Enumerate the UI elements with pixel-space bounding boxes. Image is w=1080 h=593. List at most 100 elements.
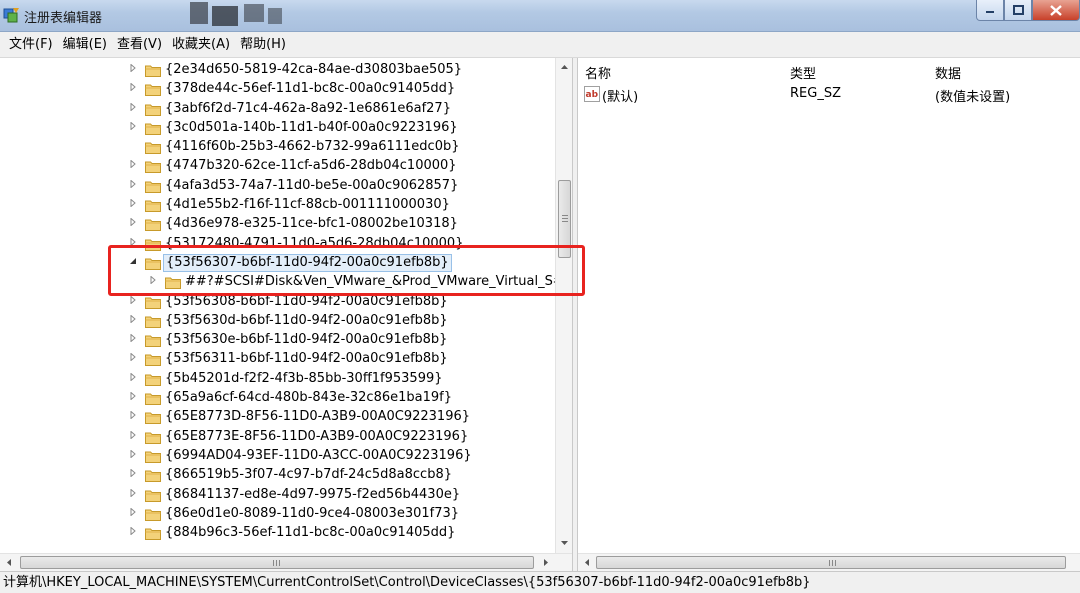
tree-horizontal-scrollbar[interactable] <box>0 553 572 571</box>
collapsed-arrow-icon[interactable] <box>128 159 138 172</box>
tree-node[interactable]: {53172480-4791-11d0-a5d6-28db04c10000} <box>0 235 555 254</box>
menu-favorites[interactable]: 收藏夹(A) <box>167 35 235 55</box>
collapsed-arrow-icon[interactable] <box>128 391 138 404</box>
tree-node[interactable]: {884b96c3-56ef-11d1-bc8c-00a0c91405dd} <box>0 524 555 543</box>
scroll-left-button[interactable] <box>0 554 17 571</box>
tree-node[interactable]: {53f56308-b6bf-11d0-94f2-00a0c91efb8b} <box>0 293 555 312</box>
tree-node[interactable]: {53f56307-b6bf-11d0-94f2-00a0c91efb8b} <box>0 253 555 273</box>
tree-node-label[interactable]: {4d36e978-e325-11ce-bfc1-08002be10318} <box>163 216 460 232</box>
tree-node-label[interactable]: {4747b320-62ce-11cf-a5d6-28db04c10000} <box>163 158 459 174</box>
tree-node-label[interactable]: {53f5630d-b6bf-11d0-94f2-00a0c91efb8b} <box>163 313 450 329</box>
tree-node-label[interactable]: {4afa3d53-74a7-11d0-be5e-00a0c9062857} <box>163 178 460 194</box>
minimize-button[interactable] <box>976 0 1004 21</box>
tree-node[interactable]: {53f5630d-b6bf-11d0-94f2-00a0c91efb8b} <box>0 312 555 331</box>
tree-node[interactable]: {866519b5-3f07-4c97-b7df-24c5d8a8ccb8} <box>0 466 555 485</box>
close-button[interactable] <box>1032 0 1080 21</box>
grip-line <box>562 215 568 216</box>
tree-node-label[interactable]: {378de44c-56ef-11d1-bc8c-00a0c91405dd} <box>163 81 457 97</box>
tree-node[interactable]: {6994AD04-93EF-11D0-A3CC-00A0C9223196} <box>0 447 555 466</box>
collapsed-arrow-icon[interactable] <box>128 372 138 385</box>
collapsed-arrow-icon[interactable] <box>128 468 138 481</box>
scroll-left-button[interactable] <box>578 554 595 571</box>
tree-vertical-scroll-thumb[interactable] <box>558 180 571 258</box>
scroll-right-button[interactable] <box>537 554 554 571</box>
collapsed-arrow-icon[interactable] <box>128 333 138 346</box>
tree-node-label[interactable]: {65a9a6cf-64cd-480b-843e-32c86e1ba19f} <box>163 390 454 406</box>
values-horizontal-scroll-thumb[interactable] <box>596 556 1066 569</box>
collapsed-arrow-icon[interactable] <box>128 82 138 95</box>
tree-node[interactable]: {53f5630e-b6bf-11d0-94f2-00a0c91efb8b} <box>0 331 555 350</box>
column-header-type[interactable]: 类型 <box>790 63 816 82</box>
tree-node[interactable]: {3abf6f2d-71c4-462a-8a92-1e6861e6af27} <box>0 100 555 119</box>
collapsed-arrow-icon[interactable] <box>128 410 138 423</box>
tree-node-label[interactable]: {3abf6f2d-71c4-462a-8a92-1e6861e6af27} <box>163 101 453 117</box>
tree-node-label[interactable]: {866519b5-3f07-4c97-b7df-24c5d8a8ccb8} <box>163 467 454 483</box>
tree-node-label[interactable]: ##?#SCSI#Disk&Ven_VMware_&Prod_VMware_Vi… <box>183 274 566 290</box>
tree-node-label[interactable]: {53172480-4791-11d0-a5d6-28db04c10000} <box>163 236 465 252</box>
collapsed-arrow-icon[interactable] <box>128 314 138 327</box>
tree-node[interactable]: {378de44c-56ef-11d1-bc8c-00a0c91405dd} <box>0 80 555 99</box>
values-horizontal-scrollbar[interactable] <box>578 553 1080 571</box>
status-bar-path: 计算机\HKEY_LOCAL_MACHINE\SYSTEM\CurrentCon… <box>0 571 1080 593</box>
tree-node-label[interactable]: {884b96c3-56ef-11d1-bc8c-00a0c91405dd} <box>163 525 457 541</box>
tree-node[interactable]: {65E8773D-8F56-11D0-A3B9-00A0C9223196} <box>0 408 555 427</box>
collapsed-arrow-icon[interactable] <box>128 487 138 501</box>
tree-node-label[interactable]: {53f56311-b6bf-11d0-94f2-00a0c91efb8b} <box>163 351 450 367</box>
tree-node[interactable]: {4747b320-62ce-11cf-a5d6-28db04c10000} <box>0 157 555 176</box>
collapsed-arrow-icon[interactable] <box>148 275 158 288</box>
tree-node[interactable]: {5b45201d-f2f2-4f3b-85bb-30ff1f953599} <box>0 370 555 389</box>
menu-help[interactable]: 帮助(H) <box>235 35 291 55</box>
tree-node[interactable]: {2e34d650-5819-42ca-84ae-d30803bae505} <box>0 61 555 80</box>
collapsed-arrow-icon[interactable] <box>128 63 138 76</box>
tree-node[interactable]: ##?#SCSI#Disk&Ven_VMware_&Prod_VMware_Vi… <box>0 273 564 292</box>
tree-node[interactable]: {4d36e978-e325-11ce-bfc1-08002be10318} <box>0 215 555 234</box>
collapsed-arrow-icon[interactable] <box>128 217 138 230</box>
tree-node[interactable]: {65a9a6cf-64cd-480b-843e-32c86e1ba19f} <box>0 389 555 408</box>
collapsed-arrow-icon[interactable] <box>128 449 138 462</box>
collapsed-arrow-icon[interactable] <box>128 507 138 520</box>
tree-node[interactable]: {86e0d1e0-8089-11d0-9ce4-08003e301f73} <box>0 505 555 524</box>
menu-edit[interactable]: 编辑(E) <box>58 35 112 55</box>
tree-vertical-scrollbar[interactable] <box>555 58 572 553</box>
collapsed-arrow-icon[interactable] <box>128 352 138 365</box>
collapsed-arrow-icon[interactable] <box>128 101 138 115</box>
folder-icon <box>145 83 161 97</box>
minimize-icon <box>986 11 994 13</box>
tree-node-label[interactable]: {65E8773D-8F56-11D0-A3B9-00A0C9223196} <box>163 409 472 425</box>
tree-node-label[interactable]: {53f5630e-b6bf-11d0-94f2-00a0c91efb8b} <box>163 332 449 348</box>
scroll-up-button[interactable] <box>556 58 572 75</box>
tree-node[interactable]: {4d1e55b2-f16f-11cf-88cb-001111000030} <box>0 196 555 215</box>
menu-view[interactable]: 查看(V) <box>112 35 167 55</box>
expanded-arrow-icon[interactable] <box>128 257 138 269</box>
collapsed-arrow-icon[interactable] <box>128 430 138 443</box>
tree-node-label-selected[interactable]: {53f56307-b6bf-11d0-94f2-00a0c91efb8b} <box>163 253 452 272</box>
tree-horizontal-scroll-thumb[interactable] <box>20 556 534 569</box>
collapsed-arrow-icon[interactable] <box>128 179 138 192</box>
tree-node-label[interactable]: {3c0d501a-140b-11d1-b40f-00a0c9223196} <box>163 120 460 136</box>
tree-node[interactable]: {4afa3d53-74a7-11d0-be5e-00a0c9062857} <box>0 177 555 196</box>
maximize-button[interactable] <box>1004 0 1032 21</box>
column-header-name[interactable]: 名称 <box>585 63 611 82</box>
collapsed-arrow-icon[interactable] <box>128 121 138 134</box>
tree-node-label[interactable]: {6994AD04-93EF-11D0-A3CC-00A0C9223196} <box>163 448 474 464</box>
menu-file[interactable]: 文件(F) <box>4 35 58 55</box>
tree-node-label[interactable]: {4116f60b-25b3-4662-b732-99a6111edc0b} <box>163 139 462 155</box>
scroll-down-button[interactable] <box>556 534 572 551</box>
tree-node-label[interactable]: {2e34d650-5819-42ca-84ae-d30803bae505} <box>163 62 464 78</box>
tree-node[interactable]: {4116f60b-25b3-4662-b732-99a6111edc0b} <box>0 138 555 157</box>
tree-node[interactable]: {53f56311-b6bf-11d0-94f2-00a0c91efb8b} <box>0 350 555 369</box>
tree-node-label[interactable]: {86e0d1e0-8089-11d0-9ce4-08003e301f73} <box>163 506 461 522</box>
tree-node-label[interactable]: {53f56308-b6bf-11d0-94f2-00a0c91efb8b} <box>163 294 450 310</box>
tree-node[interactable]: {65E8773E-8F56-11D0-A3B9-00A0C9223196} <box>0 428 555 447</box>
tree-node-label[interactable]: {4d1e55b2-f16f-11cf-88cb-001111000030} <box>163 197 452 213</box>
tree-node-label[interactable]: {5b45201d-f2f2-4f3b-85bb-30ff1f953599} <box>163 371 445 387</box>
collapsed-arrow-icon[interactable] <box>128 526 138 539</box>
tree-node-label[interactable]: {86841137-ed8e-4d97-9975-f2ed56b4430e} <box>163 487 462 503</box>
collapsed-arrow-icon[interactable] <box>128 237 138 250</box>
collapsed-arrow-icon[interactable] <box>128 198 138 211</box>
collapsed-arrow-icon[interactable] <box>128 294 138 308</box>
tree-node[interactable]: {86841137-ed8e-4d97-9975-f2ed56b4430e} <box>0 486 555 505</box>
column-header-data[interactable]: 数据 <box>935 63 961 82</box>
tree-node-label[interactable]: {65E8773E-8F56-11D0-A3B9-00A0C9223196} <box>163 429 470 445</box>
tree-node[interactable]: {3c0d501a-140b-11d1-b40f-00a0c9223196} <box>0 119 555 138</box>
